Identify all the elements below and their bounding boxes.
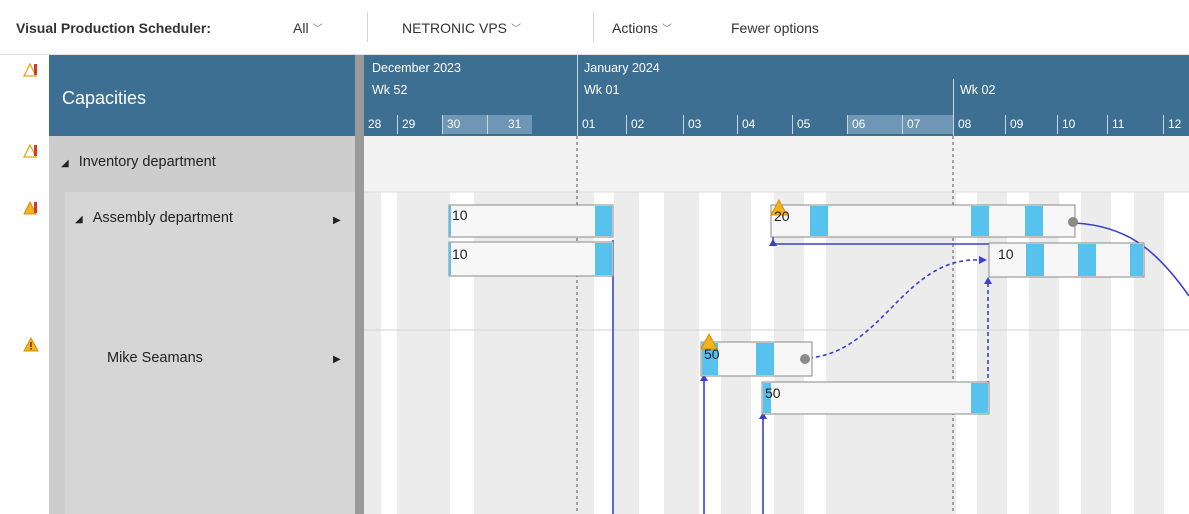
warning-icon[interactable] — [22, 199, 40, 217]
capacities-title: Capacities — [62, 88, 147, 108]
bar-label: 10 — [452, 246, 468, 262]
resource-name: ◢ Assembly department — [75, 210, 233, 226]
day-cell: 02 — [626, 115, 678, 134]
week-label: Wk 52 — [372, 83, 408, 97]
month-label: December 2023 — [372, 61, 461, 75]
bar-label: 10 — [998, 246, 1014, 262]
day-cell-weekend: 06 — [847, 115, 902, 134]
day-cell: 12 — [1163, 115, 1189, 134]
view-label: NETRONIC VPS — [402, 20, 508, 36]
day-cell: 09 — [1005, 115, 1057, 134]
day-cell: 11 — [1107, 115, 1163, 134]
toolbar: Visual Production Scheduler: All ﹀ NETRON… — [0, 0, 1189, 55]
resource-name: Mike Seamans — [107, 350, 203, 366]
resource-name: ◢ Inventory department — [61, 154, 216, 170]
app-title: Visual Production Scheduler: — [16, 20, 212, 36]
bar-label: 10 — [452, 207, 468, 223]
day-cell: 10 — [1057, 115, 1107, 134]
week-label: Wk 02 — [960, 83, 996, 97]
warning-icon[interactable] — [22, 142, 40, 160]
month-label: January 2024 — [584, 61, 660, 75]
day-cell: 03 — [683, 115, 733, 134]
gantt-canvas — [364, 136, 1189, 514]
row-band — [364, 136, 1189, 192]
expand-arrow-icon[interactable]: ▶ — [333, 215, 341, 226]
chevron-down-icon: ﹀ — [312, 24, 323, 35]
toolbar-separator — [593, 12, 594, 42]
day-cell: 08 — [953, 115, 1005, 134]
day-cell: 01 — [577, 115, 621, 134]
collapse-icon[interactable]: ◢ — [61, 158, 69, 169]
operation-bar[interactable] — [761, 381, 990, 415]
week-label: Wk 01 — [584, 83, 620, 97]
bar-label: 50 — [704, 346, 720, 362]
resource-row-inventory[interactable]: ◢ Inventory department — [49, 136, 355, 192]
collapse-icon[interactable]: ◢ — [75, 214, 83, 225]
filter-dropdown[interactable]: All ﹀ — [293, 20, 323, 36]
actions-menu[interactable]: Actions ﹀ — [612, 20, 672, 36]
day-cell: 28 — [368, 117, 382, 131]
filter-label: All — [293, 20, 309, 36]
operation-bar[interactable] — [448, 204, 614, 238]
warning-icon[interactable] — [22, 61, 40, 79]
fewer-options-button[interactable]: Fewer options — [731, 20, 819, 36]
capacities-header: Capacities — [49, 55, 355, 136]
resource-row-mike[interactable]: Mike Seamans ▶ — [65, 330, 355, 514]
chevron-down-icon: ﹀ — [511, 24, 522, 35]
day-cell: 05 — [792, 115, 844, 134]
operation-bar[interactable] — [770, 204, 1078, 238]
day-cell-weekend: 07 — [902, 115, 953, 134]
expand-arrow-icon[interactable]: ▶ — [333, 354, 341, 365]
timeline-header: December 2023 January 2024 Wk 52 Wk 01 W… — [364, 55, 1189, 136]
operation-bar[interactable] — [448, 241, 614, 277]
warning-gutter — [10, 55, 50, 514]
pane-splitter[interactable] — [355, 55, 364, 514]
chevron-down-icon: ﹀ — [661, 24, 672, 35]
actions-label: Actions — [612, 20, 658, 36]
warning-icon[interactable] — [22, 335, 40, 353]
indent-band — [49, 192, 65, 514]
bar-label: 50 — [765, 385, 781, 401]
resource-row-assembly[interactable]: ◢ Assembly department ▶ — [65, 192, 355, 330]
day-cell-weekend: 30 — [442, 115, 487, 134]
day-cell: 04 — [737, 115, 789, 134]
toolbar-separator — [367, 12, 368, 42]
bar-label: 20 — [774, 208, 790, 224]
gantt-chart[interactable]: 10 10 20 10 50 50 — [364, 136, 1189, 514]
day-cell: 29 — [397, 115, 442, 134]
view-dropdown[interactable]: NETRONIC VPS ﹀ — [402, 20, 521, 36]
day-cell-weekend: 31 — [487, 115, 532, 134]
